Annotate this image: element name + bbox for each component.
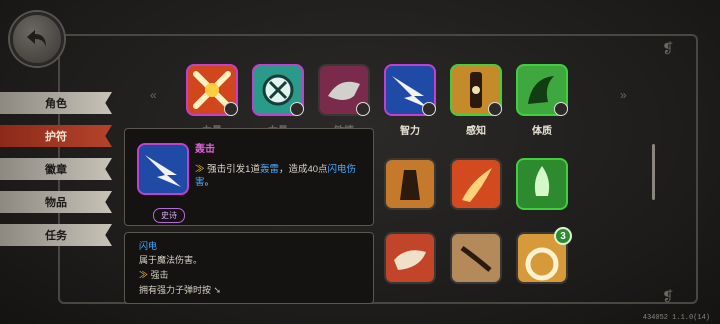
keyword-desc-text: 拥有强力子弹时按 [139, 285, 212, 295]
keyword-title: 闪电 [139, 241, 158, 251]
tooltip-description: ≫ 强击引发1道轰雷，造成40点闪电伤害。 [195, 163, 365, 189]
desc-text: ，造成40点 [278, 164, 328, 175]
rarity-dot-icon [488, 102, 502, 116]
fist-strike-icon [394, 250, 426, 270]
scroll-left-icon[interactable]: « [150, 88, 157, 102]
scrollbar[interactable] [652, 144, 655, 200]
tab-badge[interactable]: 徽章 [0, 158, 112, 180]
stone-pillar-icon [400, 170, 420, 200]
tab-amulet[interactable]: 护符 [0, 125, 112, 147]
skill-amulet-7[interactable] [384, 158, 436, 210]
rarity-dot-icon [224, 102, 238, 116]
back-arrow-icon [27, 30, 46, 47]
stat-label-perception: 感知 [466, 126, 486, 137]
rarity-dot-icon [356, 102, 370, 116]
corner-ornament-icon: ❡ [662, 40, 674, 56]
tooltip-title: 轰击 [195, 144, 215, 155]
skill-amulet-1[interactable] [186, 64, 238, 116]
stack-count-badge: 3 [554, 227, 572, 245]
strike-icon: ≫ [195, 164, 205, 175]
bullet-icon: ➘ [213, 285, 222, 295]
skill-amulet-9[interactable] [516, 158, 568, 210]
rarity-tag: 史诗 [153, 208, 185, 223]
tab-items[interactable]: 物品 [0, 191, 112, 213]
skill-amulet-6[interactable] [516, 64, 568, 116]
skill-amulet-8[interactable] [450, 158, 502, 210]
scroll-right-icon[interactable]: » [620, 88, 627, 102]
category-tabs: 角色 护符 徽章 物品 任务 [0, 92, 118, 257]
tab-label: 护符 [45, 131, 67, 143]
rarity-dot-icon [290, 102, 304, 116]
tab-label: 角色 [45, 98, 67, 110]
keyword-thunder: 轰雷 [259, 164, 279, 175]
chain-link-icon [460, 245, 492, 272]
tab-label: 任务 [45, 230, 67, 242]
rarity-dot-icon [422, 102, 436, 116]
tab-label: 徽章 [45, 164, 67, 176]
skill-amulet-11[interactable] [450, 232, 502, 284]
tab-label: 物品 [45, 197, 67, 209]
skill-amulet-4[interactable] [384, 64, 436, 116]
strike-icon: ≫ [139, 270, 149, 280]
fire-slash-icon [462, 168, 492, 202]
stat-label-intelligence: 智力 [400, 126, 420, 137]
tab-quests[interactable]: 任务 [0, 224, 112, 246]
desc-text: 。 [204, 177, 215, 188]
keyword-strike: 强击 [150, 270, 169, 280]
skill-amulet-5[interactable] [450, 64, 502, 116]
skill-tooltip: 轰击 ≫ 强击引发1道轰雷，造成40点闪电伤害。 史诗 [124, 128, 374, 226]
keyword-tooltip: 闪电 属于魔法伤害。 ≫ 强击 拥有强力子弹时按 ➘ [124, 232, 374, 304]
keyword-title-2: ≫ 强击 [139, 268, 169, 281]
skill-amulet-3[interactable] [318, 64, 370, 116]
tooltip-skill-icon [137, 143, 189, 195]
version-label: 434052 1.1.0(14) [642, 314, 710, 322]
back-button[interactable] [10, 12, 64, 66]
rarity-dot-icon [554, 102, 568, 116]
skill-amulet-2[interactable] [252, 64, 304, 116]
tab-role[interactable]: 角色 [0, 92, 112, 114]
stat-label-constitution: 体质 [532, 126, 552, 137]
lightning-bolt-icon [145, 155, 181, 187]
corner-ornament-icon: ❡ [662, 288, 674, 304]
keyword-desc: 属于魔法伤害。 [139, 255, 203, 265]
keyword-desc-2: 拥有强力子弹时按 ➘ [139, 283, 221, 296]
desc-text: 强击引发1道 [207, 164, 260, 175]
green-flame-icon [534, 166, 550, 196]
skill-amulet-10[interactable] [384, 232, 436, 284]
